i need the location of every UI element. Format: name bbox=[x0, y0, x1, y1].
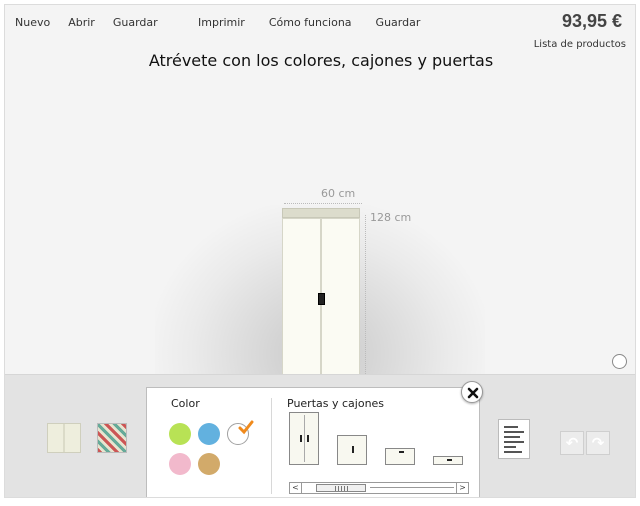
document-thumbnail[interactable] bbox=[498, 419, 530, 459]
wardrobe-model[interactable] bbox=[282, 208, 360, 383]
options-panel: Color Puertas y cajones < > bbox=[146, 387, 480, 497]
menu-print[interactable]: Imprimir bbox=[198, 16, 245, 29]
grip-icon bbox=[335, 486, 349, 491]
scroll-thumb[interactable] bbox=[316, 484, 366, 492]
page-title: Atrévete con los colores, cajones y puer… bbox=[148, 51, 494, 70]
wardrobe-thumbnail[interactable] bbox=[47, 423, 81, 453]
menu-how-it-works[interactable]: Cómo funciona bbox=[269, 16, 352, 29]
drawer-option-low[interactable] bbox=[433, 456, 463, 465]
check-icon bbox=[238, 420, 254, 435]
color-swatch-pink[interactable] bbox=[169, 453, 191, 475]
undo-button[interactable]: ↶ bbox=[560, 431, 584, 455]
redo-icon: ↷ bbox=[591, 434, 605, 452]
menu-new[interactable]: Nuevo bbox=[15, 16, 50, 29]
wardrobe-top bbox=[282, 208, 360, 218]
door-options-scrollbar[interactable]: < > bbox=[289, 482, 469, 494]
drawer-option-medium[interactable] bbox=[385, 448, 415, 465]
doors-section-title: Puertas y cajones bbox=[287, 397, 385, 410]
wardrobe-door-right[interactable] bbox=[321, 218, 360, 383]
close-panel-button[interactable] bbox=[461, 381, 483, 403]
planner-frame: Nuevo Abrir Guardar Imprimir Cómo funcio… bbox=[4, 4, 636, 498]
width-dimension-line bbox=[284, 203, 362, 204]
door-option-tall[interactable] bbox=[289, 412, 319, 465]
wardrobe-door-left[interactable] bbox=[282, 218, 321, 383]
scroll-rail bbox=[370, 487, 454, 488]
color-swatch-green[interactable] bbox=[169, 423, 191, 445]
file-menu: Nuevo Abrir Guardar bbox=[15, 16, 158, 29]
scroll-right-button[interactable]: > bbox=[456, 483, 468, 493]
wardrobe-handle bbox=[318, 293, 325, 305]
scroll-left-button[interactable]: < bbox=[290, 483, 302, 493]
door-option-square[interactable] bbox=[337, 435, 367, 465]
action-menu: Imprimir Cómo funciona Guardar bbox=[198, 16, 420, 29]
width-dimension-label: 60 cm bbox=[321, 187, 356, 200]
redo-button[interactable]: ↷ bbox=[586, 431, 610, 455]
color-section-title: Color bbox=[171, 397, 200, 410]
color-swatch-blue[interactable] bbox=[198, 423, 220, 445]
total-price: 93,95 € bbox=[561, 11, 622, 31]
menu-save[interactable]: Guardar bbox=[113, 16, 158, 29]
close-icon bbox=[467, 387, 479, 399]
color-swatch-tan[interactable] bbox=[198, 453, 220, 475]
menu-save-2[interactable]: Guardar bbox=[376, 16, 421, 29]
menu-open[interactable]: Abrir bbox=[68, 16, 95, 29]
panel-divider bbox=[271, 398, 272, 494]
height-dimension-line bbox=[365, 215, 366, 380]
height-dimension-label: 128 cm bbox=[370, 211, 412, 224]
undo-icon: ↶ bbox=[565, 434, 579, 452]
product-list-link[interactable]: Lista de productos bbox=[534, 39, 626, 50]
view-option-1[interactable] bbox=[612, 354, 627, 369]
decor-thumbnail[interactable] bbox=[97, 423, 127, 453]
